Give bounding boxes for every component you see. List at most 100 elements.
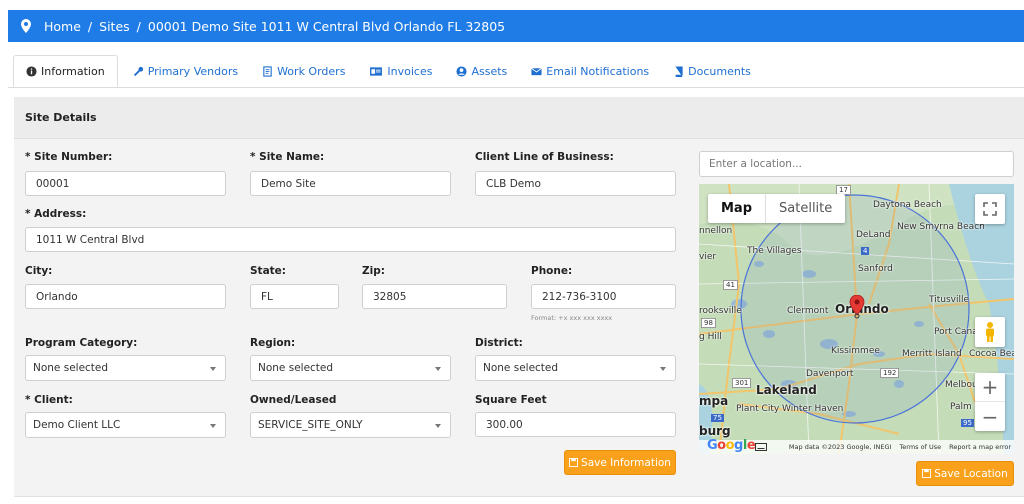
city-label-titusville: Titusville: [929, 295, 970, 305]
square-feet-label: Square Feet: [475, 394, 547, 406]
city-label-clermont: Clermont: [787, 306, 829, 316]
city-input[interactable]: Orlando: [25, 284, 226, 309]
report-map-error-link[interactable]: Report a map error: [949, 443, 1011, 451]
city-label-port-canaveral: Port Cana: [934, 327, 978, 337]
city-label-inverness: vier: [699, 252, 717, 262]
address-label: * Address:: [25, 208, 87, 220]
document-icon: [263, 65, 272, 77]
tab-primary-vendors[interactable]: Primary Vendors: [121, 55, 250, 87]
breadcrumb-home[interactable]: Home: [44, 19, 81, 34]
region-label: Region:: [250, 337, 296, 349]
site-name-label: * Site Name:: [250, 151, 325, 163]
tab-label: Invoices: [387, 64, 433, 78]
city-label-brooksville: rooksville: [699, 306, 742, 316]
owned-leased-label: Owned/Leased: [250, 394, 337, 406]
book-icon: [675, 65, 683, 77]
program-category-label: Program Category:: [25, 337, 138, 349]
location-search-input[interactable]: Enter a location...: [699, 151, 1014, 177]
map-type-map-button[interactable]: Map: [708, 194, 767, 223]
city-label-merritt-island: Merritt Island: [902, 349, 962, 359]
info-icon: [26, 65, 37, 77]
zoom-in-button[interactable]: +: [975, 373, 1005, 402]
save-information-button[interactable]: Save Information: [564, 450, 676, 475]
tab-email-notifications[interactable]: Email Notifications: [519, 55, 661, 87]
tab-label: Assets: [471, 64, 508, 78]
client-select[interactable]: Demo Client LLC: [25, 412, 226, 438]
district-value: None selected: [483, 362, 559, 374]
state-label: State:: [250, 265, 287, 277]
phone-format-hint: Format: +x xxx xxx xxxx: [531, 314, 613, 322]
breadcrumb-sites[interactable]: Sites: [99, 19, 130, 34]
tab-bar: Information Primary Vendors Work Orders …: [8, 55, 1024, 88]
street-view-pegman-button[interactable]: [975, 317, 1005, 347]
city-label-dunnellon: nnellon: [699, 226, 733, 236]
owned-leased-value: SERVICE_SITE_ONLY: [258, 419, 363, 431]
tab-work-orders[interactable]: Work Orders: [250, 55, 357, 87]
city-label-st-petersburg: burg: [699, 424, 731, 438]
city-label-davenport: Davenport: [806, 369, 854, 379]
terms-of-use-link[interactable]: Terms of Use: [899, 443, 941, 451]
square-feet-input[interactable]: 300.00: [475, 412, 676, 437]
wrench-icon: [133, 66, 143, 76]
zip-label: Zip:: [362, 265, 385, 277]
map-data-attribution: Map data ©2023 Google, INEGI: [788, 443, 892, 451]
city-label-winter-haven: Winter Haven: [782, 404, 844, 414]
city-label-spring-hill: g Hill: [699, 332, 722, 342]
chevron-down-icon: [435, 367, 441, 371]
district-select[interactable]: None selected: [475, 355, 676, 381]
map-type-toggle: Map Satellite: [708, 194, 846, 223]
client-lob-input[interactable]: CLB Demo: [475, 171, 676, 196]
zoom-controls: + −: [975, 373, 1005, 431]
program-category-select[interactable]: None selected: [25, 355, 226, 381]
tab-label: Email Notifications: [546, 64, 650, 78]
city-label-plant-city: Plant City: [736, 404, 780, 414]
site-name-input[interactable]: Demo Site: [250, 171, 451, 196]
save-information-label: Save Information: [581, 456, 671, 469]
fullscreen-button[interactable]: [975, 194, 1005, 224]
site-number-input[interactable]: 00001: [25, 171, 226, 196]
tab-assets[interactable]: Assets: [444, 55, 519, 87]
breadcrumb-separator: /: [136, 18, 141, 34]
zoom-out-button[interactable]: −: [975, 402, 1005, 431]
state-input[interactable]: FL: [250, 284, 339, 309]
region-select[interactable]: None selected: [250, 355, 451, 381]
floppy-disk-icon: [922, 469, 932, 478]
divider: [14, 496, 1024, 497]
pegman-icon: [986, 322, 994, 342]
district-label: District:: [475, 337, 523, 349]
tab-documents[interactable]: Documents: [661, 55, 763, 87]
tab-invoices[interactable]: Invoices: [357, 55, 444, 87]
client-value: Demo Client LLC: [33, 419, 121, 431]
city-label-cocoa-beach: Cocoa Bea: [969, 349, 1014, 359]
road-shield: 4: [861, 247, 870, 255]
tab-information[interactable]: Information: [13, 55, 118, 87]
city-label-tampa: mpa: [699, 394, 729, 408]
city-label-lakeland: Lakeland: [756, 383, 817, 397]
fullscreen-icon: [983, 202, 997, 216]
section-title: Site Details: [14, 97, 1024, 139]
city-label-deland: DeLand: [856, 230, 891, 240]
road-shield: 95: [961, 419, 974, 427]
tab-label: Documents: [688, 64, 751, 78]
site-number-label: * Site Number:: [25, 151, 113, 163]
client-label: * Client:: [25, 394, 73, 406]
owned-leased-select[interactable]: SERVICE_SITE_ONLY: [250, 412, 451, 438]
road-shield: 192: [880, 368, 900, 378]
map[interactable]: Daytona Beach New Smyrna Beach DeLand Th…: [699, 184, 1014, 454]
zip-input[interactable]: 32805: [362, 284, 507, 309]
city-label-kissimmee: Kissimmee: [831, 346, 880, 356]
google-logo: Google: [707, 438, 756, 453]
tab-label: Information: [41, 64, 105, 78]
breadcrumb-separator: /: [87, 18, 93, 34]
save-location-button[interactable]: Save Location: [916, 461, 1014, 486]
city-label-new-smyrna: New Smyrna Beach: [897, 222, 985, 232]
floppy-disk-icon: [569, 458, 579, 467]
user-circle-icon: [456, 65, 468, 77]
phone-input[interactable]: 212-736-3100: [531, 284, 676, 309]
address-input[interactable]: 1011 W Central Blvd: [25, 227, 676, 252]
city-label-melbourne: Melbou: [945, 380, 978, 390]
map-marker-icon: [849, 295, 865, 319]
city-label: City:: [25, 265, 53, 277]
map-type-satellite-button[interactable]: Satellite: [766, 194, 845, 223]
road-shield: 98: [701, 318, 716, 328]
